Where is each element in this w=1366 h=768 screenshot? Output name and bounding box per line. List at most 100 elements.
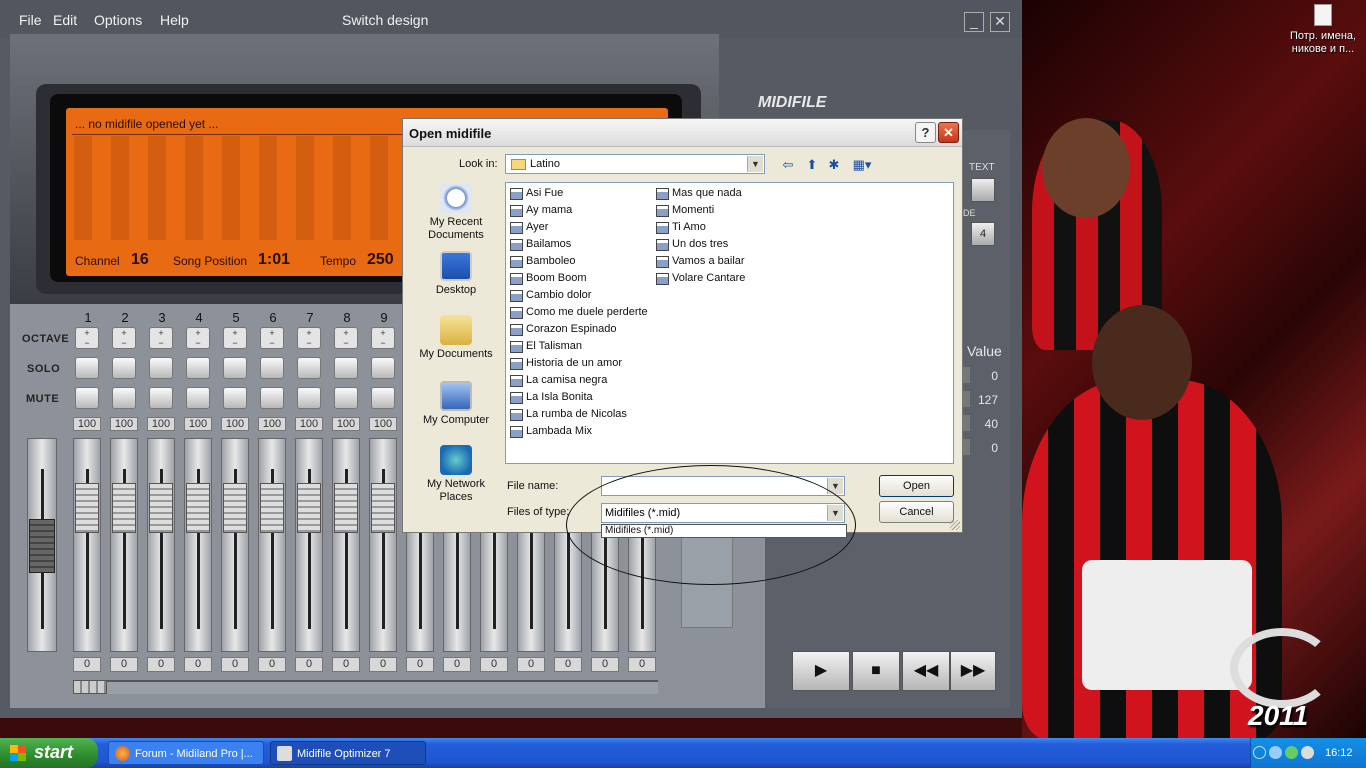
octave-stepper[interactable]: + − [223, 327, 247, 349]
fader-knob[interactable] [223, 483, 247, 533]
solo-button[interactable] [334, 357, 358, 379]
mute-button[interactable] [186, 387, 210, 409]
file-item[interactable]: Volare Cantare [654, 270, 745, 286]
file-item[interactable]: Bailamos [508, 236, 571, 252]
file-item[interactable]: Boom Boom [508, 270, 587, 286]
resize-grip[interactable] [950, 520, 960, 530]
mute-button[interactable] [75, 387, 99, 409]
master-fader[interactable] [27, 438, 57, 652]
file-item[interactable]: Ti Amo [654, 219, 706, 235]
place-desktop[interactable]: Desktop [411, 251, 501, 297]
channel-fader[interactable] [332, 438, 360, 652]
minimize-button[interactable]: _ [964, 12, 984, 32]
mute-button[interactable] [371, 387, 395, 409]
fader-knob[interactable] [260, 483, 284, 533]
file-item[interactable]: El Talisman [508, 338, 582, 354]
channel-fader[interactable] [221, 438, 249, 652]
chevron-down-icon[interactable]: ▼ [827, 505, 843, 521]
solo-button[interactable] [371, 357, 395, 379]
new-folder-icon[interactable]: ✱ [825, 157, 843, 175]
files-of-type-select[interactable]: Midifiles (*.mid) ▼ [601, 503, 845, 523]
mixer-scrollbar[interactable] [73, 680, 658, 694]
place-my-documents[interactable]: My Documents [411, 315, 501, 361]
file-item[interactable]: La rumba de Nicolas [508, 406, 627, 422]
file-item[interactable]: Momenti [654, 202, 714, 218]
menu-options[interactable]: Options [94, 12, 142, 28]
cancel-button[interactable]: Cancel [879, 501, 954, 523]
file-name-input[interactable]: ▼ [601, 476, 845, 496]
solo-button[interactable] [75, 357, 99, 379]
solo-button[interactable] [112, 357, 136, 379]
open-button[interactable]: Open [879, 475, 954, 497]
fader-knob[interactable] [297, 483, 321, 533]
mute-button[interactable] [297, 387, 321, 409]
master-fader-knob[interactable] [29, 519, 55, 573]
volume-icon[interactable] [1301, 746, 1314, 759]
fader-knob[interactable] [334, 483, 358, 533]
place-my-computer[interactable]: My Computer [411, 381, 501, 427]
file-item[interactable]: Lambada Mix [508, 423, 592, 439]
desktop-file-icon[interactable]: Потр. имена, никове и п... [1278, 4, 1366, 56]
place-network[interactable]: My Network Places [411, 445, 501, 504]
taskbar-item-midifile[interactable]: Midifile Optimizer 7 [270, 741, 426, 765]
file-item[interactable]: La Isla Bonita [508, 389, 593, 405]
fader-knob[interactable] [112, 483, 136, 533]
file-item[interactable]: Ayer [508, 219, 548, 235]
channel-fader[interactable] [147, 438, 175, 652]
octave-stepper[interactable]: + − [75, 327, 99, 349]
file-item[interactable]: La camisa negra [508, 372, 607, 388]
start-button[interactable]: start [0, 738, 98, 768]
solo-button[interactable] [186, 357, 210, 379]
mute-button[interactable] [149, 387, 173, 409]
file-list[interactable]: Asi Fue Ay mama Ayer Bailamos Bamboleo Boom B… [505, 182, 954, 464]
solo-button[interactable] [260, 357, 284, 379]
file-item[interactable]: Vamos a bailar [654, 253, 745, 269]
channel-fader[interactable] [110, 438, 138, 652]
channel-fader[interactable] [369, 438, 397, 652]
mute-button[interactable] [112, 387, 136, 409]
octave-stepper[interactable]: + − [260, 327, 284, 349]
octave-stepper[interactable]: + − [112, 327, 136, 349]
mute-button[interactable] [223, 387, 247, 409]
menu-edit[interactable]: Edit [53, 12, 77, 28]
file-item[interactable]: Mas que nada [654, 185, 742, 201]
file-item[interactable]: Historia de un amor [508, 355, 622, 371]
channel-fader[interactable] [73, 438, 101, 652]
menu-file[interactable]: File [19, 12, 42, 28]
switch-design-menu[interactable]: Switch design [342, 12, 428, 28]
channel-fader[interactable] [184, 438, 212, 652]
view-menu-icon[interactable]: ▦▾ [849, 157, 875, 175]
solo-button[interactable] [149, 357, 173, 379]
security-icon[interactable] [1285, 746, 1298, 759]
file-item[interactable]: Asi Fue [508, 185, 563, 201]
solo-button[interactable] [297, 357, 321, 379]
file-item[interactable]: Como me duele perderte [508, 304, 648, 320]
mixer-scroll-thumb[interactable] [73, 680, 107, 694]
octave-stepper[interactable]: + − [149, 327, 173, 349]
octave-stepper[interactable]: + − [297, 327, 321, 349]
number-button[interactable]: 4 [971, 222, 995, 246]
chevron-down-icon[interactable]: ▼ [827, 478, 843, 494]
play-button[interactable]: ▶ [792, 651, 850, 691]
fader-knob[interactable] [186, 483, 210, 533]
tray-expand-icon[interactable] [1253, 746, 1266, 759]
file-item[interactable]: Ay mama [508, 202, 572, 218]
rewind-button[interactable]: ◀◀ [902, 651, 950, 691]
stop-button[interactable]: ■ [852, 651, 900, 691]
look-in-dropdown[interactable]: Latino ▼ [505, 154, 765, 174]
fader-knob[interactable] [149, 483, 173, 533]
octave-stepper[interactable]: + − [371, 327, 395, 349]
place-recent-documents[interactable]: My Recent Documents [411, 183, 501, 242]
channel-fader[interactable] [258, 438, 286, 652]
fader-knob[interactable] [75, 483, 99, 533]
text-button[interactable] [971, 178, 995, 202]
fast-forward-button[interactable]: ▶▶ [950, 651, 996, 691]
mute-button[interactable] [334, 387, 358, 409]
help-button[interactable]: ? [915, 122, 936, 143]
file-item[interactable]: Cambio dolor [508, 287, 591, 303]
octave-stepper[interactable]: + − [334, 327, 358, 349]
file-item[interactable]: Corazon Espinado [508, 321, 617, 337]
dialog-close-button[interactable]: ✕ [938, 122, 959, 143]
chevron-down-icon[interactable]: ▼ [747, 156, 763, 172]
octave-stepper[interactable]: + − [186, 327, 210, 349]
